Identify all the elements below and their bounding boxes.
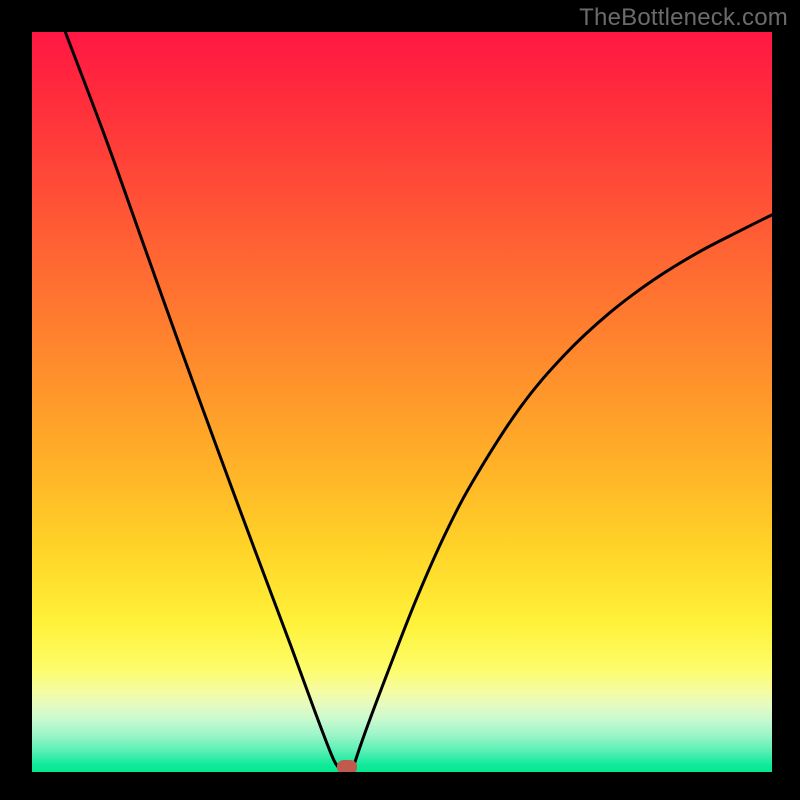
curve-left-branch — [65, 32, 343, 772]
watermark-text: TheBottleneck.com — [579, 4, 788, 32]
bottleneck-curve — [32, 32, 772, 772]
chart-frame: TheBottleneck.com — [0, 0, 800, 800]
curve-right-branch — [352, 215, 772, 772]
plot-area — [32, 32, 772, 772]
minimum-marker — [337, 760, 357, 772]
